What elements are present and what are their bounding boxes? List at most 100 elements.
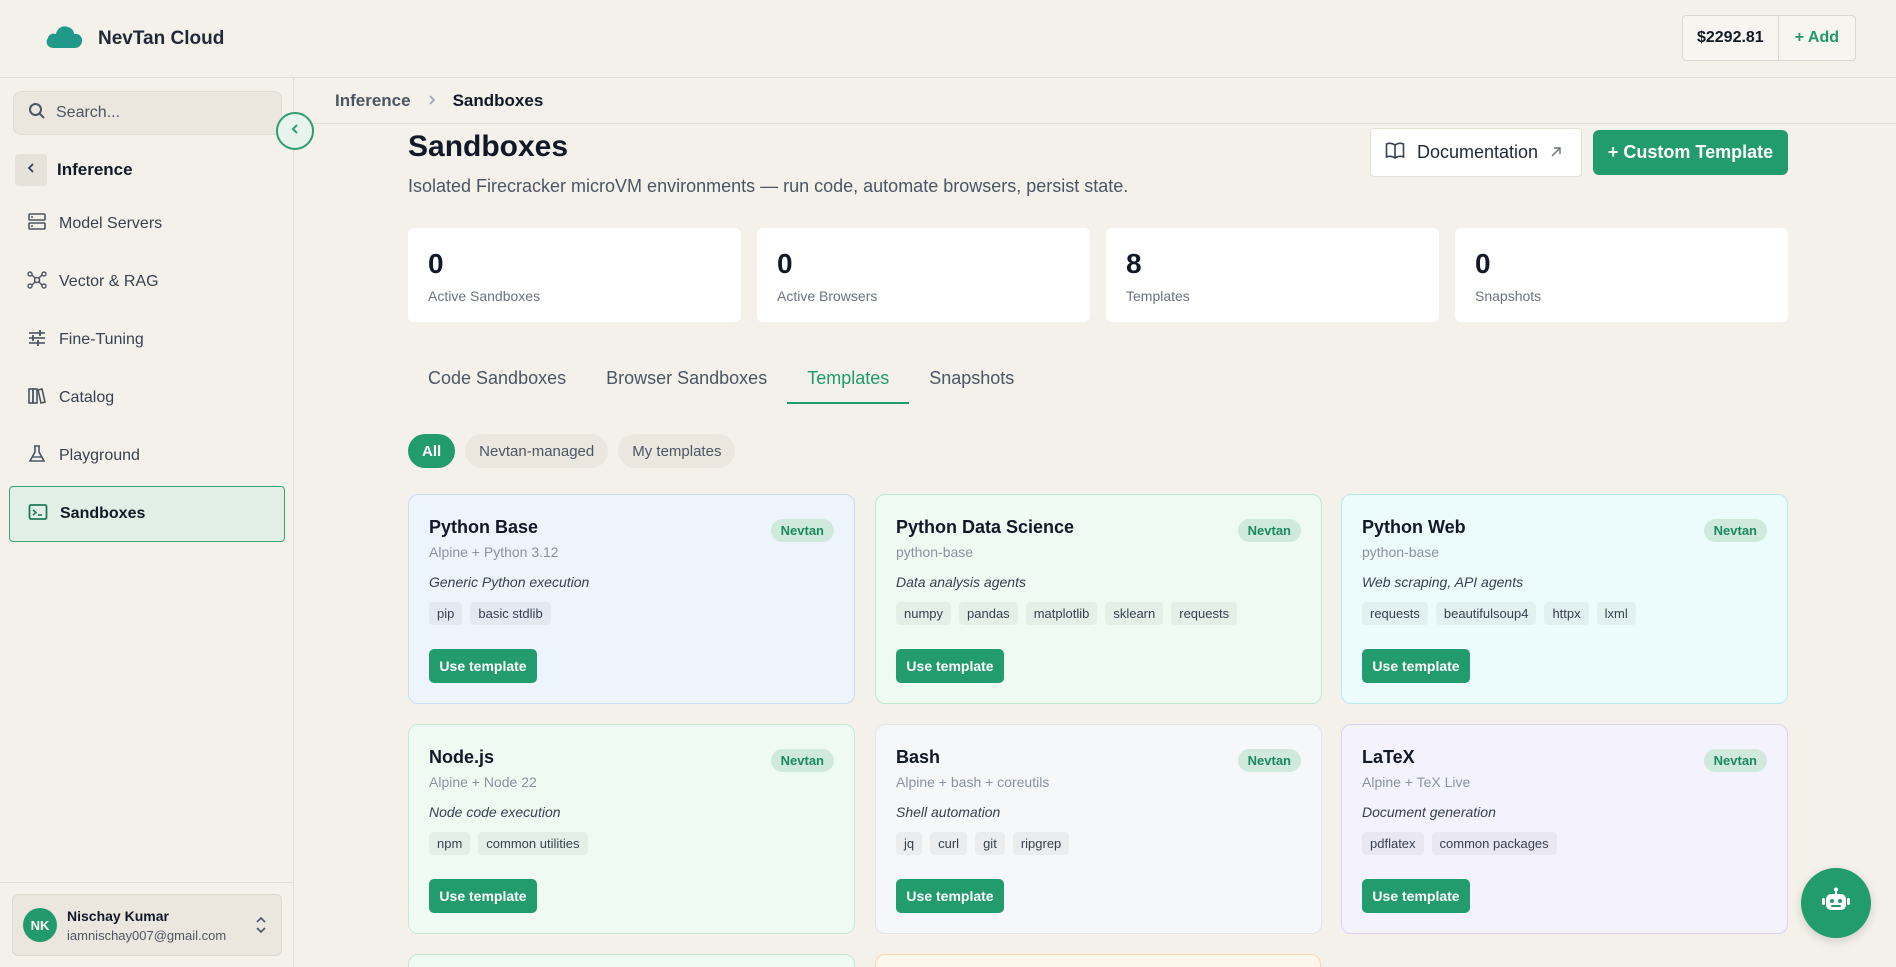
stat-card-active-sandboxes: 0 Active Sandboxes — [408, 228, 741, 322]
template-tag: pip — [429, 602, 463, 625]
divider — [0, 882, 294, 883]
template-card[interactable]: Python Data Science Nevtan python-base Data… — [875, 494, 1322, 704]
template-tags: numpy pandas matplotlib sklearn requests — [896, 602, 1301, 625]
use-template-button[interactable]: Use template — [429, 879, 537, 913]
tab-code-sandboxes[interactable]: Code Sandboxes — [408, 358, 586, 404]
template-tag: jq — [896, 832, 923, 855]
template-tag: ripgrep — [1012, 832, 1070, 855]
search-input[interactable] — [56, 104, 256, 122]
chevron-up-down-icon — [255, 915, 267, 940]
sidebar-item-vector-rag[interactable]: Vector & RAG — [9, 254, 285, 310]
network-icon — [27, 270, 47, 295]
template-card-partial[interactable] — [875, 954, 1321, 967]
stat-card-templates: 8 Templates — [1106, 228, 1439, 322]
template-tag: requests — [1171, 602, 1238, 625]
external-link-icon — [1550, 142, 1562, 163]
template-tag: requests — [1362, 602, 1428, 625]
sidebar-item-playground[interactable]: Playground — [9, 428, 285, 484]
search-icon — [28, 102, 46, 125]
app-name: NevTan Cloud — [98, 27, 225, 49]
balance-amount: $2292.81 — [1683, 16, 1779, 60]
template-tag: npm — [429, 832, 471, 855]
sliders-icon — [27, 328, 47, 353]
user-name: Nischay Kumar — [67, 907, 169, 924]
stat-card-snapshots: 0 Snapshots — [1455, 228, 1788, 322]
template-base: Alpine + TeX Live — [1362, 774, 1471, 790]
chevron-left-icon — [289, 122, 301, 140]
robot-icon — [1821, 887, 1851, 920]
breadcrumb: Inference Sandboxes — [295, 78, 1896, 124]
stat-label: Templates — [1126, 288, 1190, 304]
use-template-button[interactable]: Use template — [429, 649, 537, 683]
server-icon — [27, 212, 47, 237]
sidebar-item-catalog[interactable]: Catalog — [9, 370, 285, 426]
user-email: iamnischay007@gmail.com — [67, 927, 227, 943]
template-base: python-base — [896, 544, 974, 560]
balance-box: $2292.81 + Add — [1681, 15, 1856, 61]
avatar: NK — [23, 908, 57, 942]
template-base: python-base — [1362, 544, 1440, 560]
filter-all[interactable]: All — [408, 434, 456, 468]
filter-my-templates[interactable]: My templates — [618, 434, 736, 468]
template-badge: Nevtan — [770, 749, 834, 772]
template-base: Alpine + Python 3.12 — [429, 544, 559, 560]
page-title: Sandboxes — [408, 130, 569, 163]
add-funds-button[interactable]: + Add — [1779, 16, 1855, 60]
template-tags: jq curl git ripgrep — [896, 832, 1301, 855]
stat-label: Active Browsers — [777, 288, 878, 304]
brand[interactable]: NevTan Cloud — [44, 22, 224, 55]
search-box[interactable] — [13, 91, 282, 135]
template-description: Shell automation — [896, 804, 1001, 820]
template-tags: pip basic stdlib — [429, 602, 834, 625]
template-badge: Nevtan — [1237, 519, 1301, 542]
cloud-logo-icon — [44, 22, 84, 55]
stat-value: 0 — [1475, 248, 1491, 279]
breadcrumb-current: Sandboxes — [452, 90, 544, 110]
template-badge: Nevtan — [1703, 519, 1767, 542]
section-title: Inference — [57, 160, 133, 179]
template-tag: basic stdlib — [470, 602, 551, 625]
chevron-left-icon — [25, 161, 37, 179]
filter-chips: All Nevtan-managed My templates — [408, 434, 736, 468]
user-menu[interactable]: NK Nischay Kumar iamnischay007@gmail.com — [12, 894, 282, 956]
sidebar-item-sandboxes[interactable]: Sandboxes — [9, 486, 285, 542]
use-template-button[interactable]: Use template — [896, 649, 1004, 683]
breadcrumb-inference[interactable]: Inference — [335, 91, 411, 111]
template-card[interactable]: LaTeX Nevtan Alpine + TeX Live Document gen… — [1341, 724, 1788, 934]
template-badge: Nevtan — [770, 519, 834, 542]
stat-label: Active Sandboxes — [428, 288, 541, 304]
tab-templates[interactable]: Templates — [787, 358, 910, 404]
template-card[interactable]: Node.js Nevtan Alpine + Node 22 Node code e… — [408, 724, 855, 934]
template-card[interactable]: Python Base Nevtan Alpine + Python 3.12 Gen… — [408, 494, 855, 704]
tab-snapshots[interactable]: Snapshots — [909, 358, 1034, 404]
template-base: Alpine + Node 22 — [429, 774, 537, 790]
tab-browser-sandboxes[interactable]: Browser Sandboxes — [586, 358, 787, 404]
sidebar-item-model-servers[interactable]: Model Servers — [9, 196, 285, 252]
custom-template-button[interactable]: + Custom Template — [1593, 130, 1788, 175]
collapse-sidebar-button[interactable] — [276, 112, 314, 150]
template-card[interactable]: Python Web Nevtan python-base Web scraping,… — [1341, 494, 1788, 704]
filter-nevtan-managed[interactable]: Nevtan-managed — [465, 434, 609, 468]
template-card-partial[interactable] — [408, 954, 855, 967]
flask-icon — [27, 444, 47, 469]
template-description: Generic Python execution — [429, 574, 590, 590]
template-description: Web scraping, API agents — [1362, 574, 1524, 590]
documentation-button[interactable]: Documentation — [1370, 128, 1582, 177]
back-button[interactable] — [15, 154, 47, 186]
sidebar-section-header: Inference — [15, 154, 133, 186]
template-badge: Nevtan — [1703, 749, 1767, 772]
use-template-button[interactable]: Use template — [1362, 649, 1470, 683]
use-template-button[interactable]: Use template — [1362, 879, 1470, 913]
use-template-button[interactable]: Use template — [896, 879, 1004, 913]
template-tags: npm common utilities — [429, 832, 834, 855]
tab-bar: Code Sandboxes Browser Sandboxes Templat… — [408, 358, 1034, 406]
template-card[interactable]: Bash Nevtan Alpine + bash + coreutils Shell… — [875, 724, 1322, 934]
sidebar-item-fine-tuning[interactable]: Fine-Tuning — [9, 312, 285, 368]
stat-value: 0 — [777, 248, 793, 279]
assistant-fab-button[interactable] — [1801, 868, 1871, 938]
template-tag: sklearn — [1105, 602, 1164, 625]
top-bar: NevTan Cloud $2292.81 + Add — [0, 0, 1896, 78]
template-tag: pdflatex — [1362, 832, 1424, 855]
stat-label: Snapshots — [1475, 288, 1542, 304]
template-description: Document generation — [1362, 804, 1496, 820]
